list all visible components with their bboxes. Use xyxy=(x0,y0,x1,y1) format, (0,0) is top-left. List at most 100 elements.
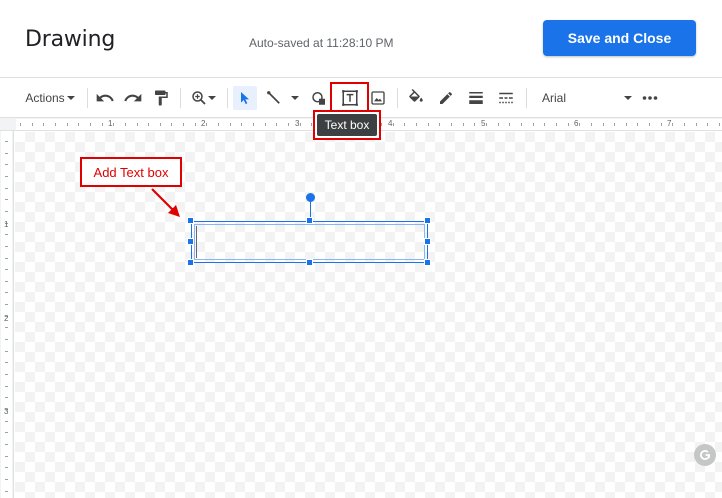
actions-menu[interactable]: Actions xyxy=(22,86,78,110)
resize-handle-left[interactable] xyxy=(187,238,194,245)
ruler-tick xyxy=(5,490,8,492)
ruler-tick xyxy=(637,123,639,126)
ruler-tick xyxy=(113,123,115,126)
resize-handle-top-left[interactable] xyxy=(187,217,194,224)
ruler-tick xyxy=(89,123,91,126)
vertical-ruler: 1 2 3 xyxy=(0,131,14,498)
ruler-tick xyxy=(5,443,8,445)
ruler-tick xyxy=(462,123,464,126)
ruler-tick xyxy=(264,123,266,126)
ruler-number: 1 xyxy=(108,119,113,128)
ruler-tick xyxy=(5,420,8,422)
ruler-tick xyxy=(5,199,8,201)
ruler-tick xyxy=(241,123,243,126)
ruler-tick xyxy=(31,123,33,126)
ruler-tick xyxy=(684,123,686,126)
redo-icon[interactable] xyxy=(121,86,145,110)
ruler-tick xyxy=(218,123,220,126)
ruler-tick xyxy=(101,123,103,126)
shape-icon[interactable] xyxy=(308,86,330,110)
ruler-tick xyxy=(509,123,511,126)
ruler-tick xyxy=(206,123,208,126)
ruler-number: 4 xyxy=(388,119,393,128)
ruler-tick xyxy=(159,123,161,126)
toolbar-divider xyxy=(180,88,181,108)
ruler-tick xyxy=(649,123,651,126)
ruler-tick xyxy=(474,123,476,126)
fill-color-icon[interactable] xyxy=(404,86,428,110)
zoom-icon[interactable] xyxy=(186,86,220,110)
ruler-tick xyxy=(427,123,429,126)
ruler-tick xyxy=(229,123,231,126)
ruler-number: 2 xyxy=(4,314,9,323)
ruler-tick xyxy=(5,210,8,212)
ruler-tick xyxy=(5,269,8,271)
font-select[interactable]: Arial xyxy=(536,86,632,110)
ruler-tick xyxy=(5,152,8,154)
ruler-tick xyxy=(5,187,8,189)
more-icon[interactable] xyxy=(638,86,662,110)
ruler-tick xyxy=(43,123,45,126)
select-icon[interactable] xyxy=(233,86,257,110)
undo-icon[interactable] xyxy=(93,86,117,110)
ruler-tick xyxy=(194,123,196,126)
ruler-tick xyxy=(78,123,80,126)
ruler-tick xyxy=(5,327,8,329)
ruler-tick xyxy=(5,304,8,306)
ruler-tick xyxy=(253,123,254,126)
ruler-number: 2 xyxy=(201,119,206,128)
grammarly-icon[interactable] xyxy=(694,444,716,466)
ruler-tick xyxy=(124,123,126,126)
ruler-tick xyxy=(5,467,8,469)
resize-handle-top-right[interactable] xyxy=(424,217,431,224)
border-weight-icon[interactable] xyxy=(464,86,488,110)
image-icon[interactable] xyxy=(367,86,389,110)
line-icon[interactable] xyxy=(262,86,302,110)
save-and-close-button[interactable]: Save and Close xyxy=(543,20,696,56)
resize-handle-right[interactable] xyxy=(424,238,431,245)
ruler-tick xyxy=(171,123,173,126)
border-dash-icon[interactable] xyxy=(494,86,518,110)
ruler-tick xyxy=(614,123,616,126)
ruler-tick xyxy=(695,123,697,126)
dialog-title: Drawing xyxy=(25,27,116,52)
ruler-tick xyxy=(404,123,406,126)
ruler-tick xyxy=(579,123,581,126)
resize-handle-top[interactable] xyxy=(306,217,313,224)
ruler-tick xyxy=(299,123,301,126)
ruler-tick xyxy=(555,123,557,126)
ruler-tick xyxy=(5,164,8,166)
ruler-tick xyxy=(54,123,56,126)
ruler-tick xyxy=(520,123,522,126)
resize-handle-bottom-left[interactable] xyxy=(187,259,194,266)
ruler-tick xyxy=(392,123,394,126)
ruler-tick xyxy=(707,123,709,126)
ruler-tick xyxy=(439,123,441,126)
ruler-tick xyxy=(567,123,569,126)
ruler-number: 3 xyxy=(4,407,9,416)
text-box-shape[interactable] xyxy=(191,221,428,263)
ruler-tick xyxy=(672,123,674,126)
ruler-tick xyxy=(148,123,150,126)
resize-handle-bottom-right[interactable] xyxy=(424,259,431,266)
font-select-value: Arial xyxy=(542,91,567,105)
ruler-number: 7 xyxy=(667,119,672,128)
ruler-tick xyxy=(183,123,185,126)
ruler-tick xyxy=(5,397,8,399)
ruler-tick xyxy=(5,350,8,352)
ruler-tick xyxy=(451,123,453,126)
rotation-handle[interactable] xyxy=(306,193,315,202)
ruler-number: 6 xyxy=(574,119,579,128)
ruler-tick xyxy=(5,374,8,375)
toolbar-divider xyxy=(526,88,527,108)
ruler-tick xyxy=(276,123,278,126)
paint-format-icon[interactable] xyxy=(149,86,173,110)
text-cursor xyxy=(196,226,197,258)
ruler-tick xyxy=(486,123,487,126)
resize-handle-bottom[interactable] xyxy=(306,259,313,266)
ruler-tick xyxy=(5,234,8,236)
ruler-tick xyxy=(287,123,289,126)
caret-down-icon xyxy=(624,96,632,100)
border-color-icon[interactable] xyxy=(434,86,458,110)
ruler-tick xyxy=(625,123,627,126)
